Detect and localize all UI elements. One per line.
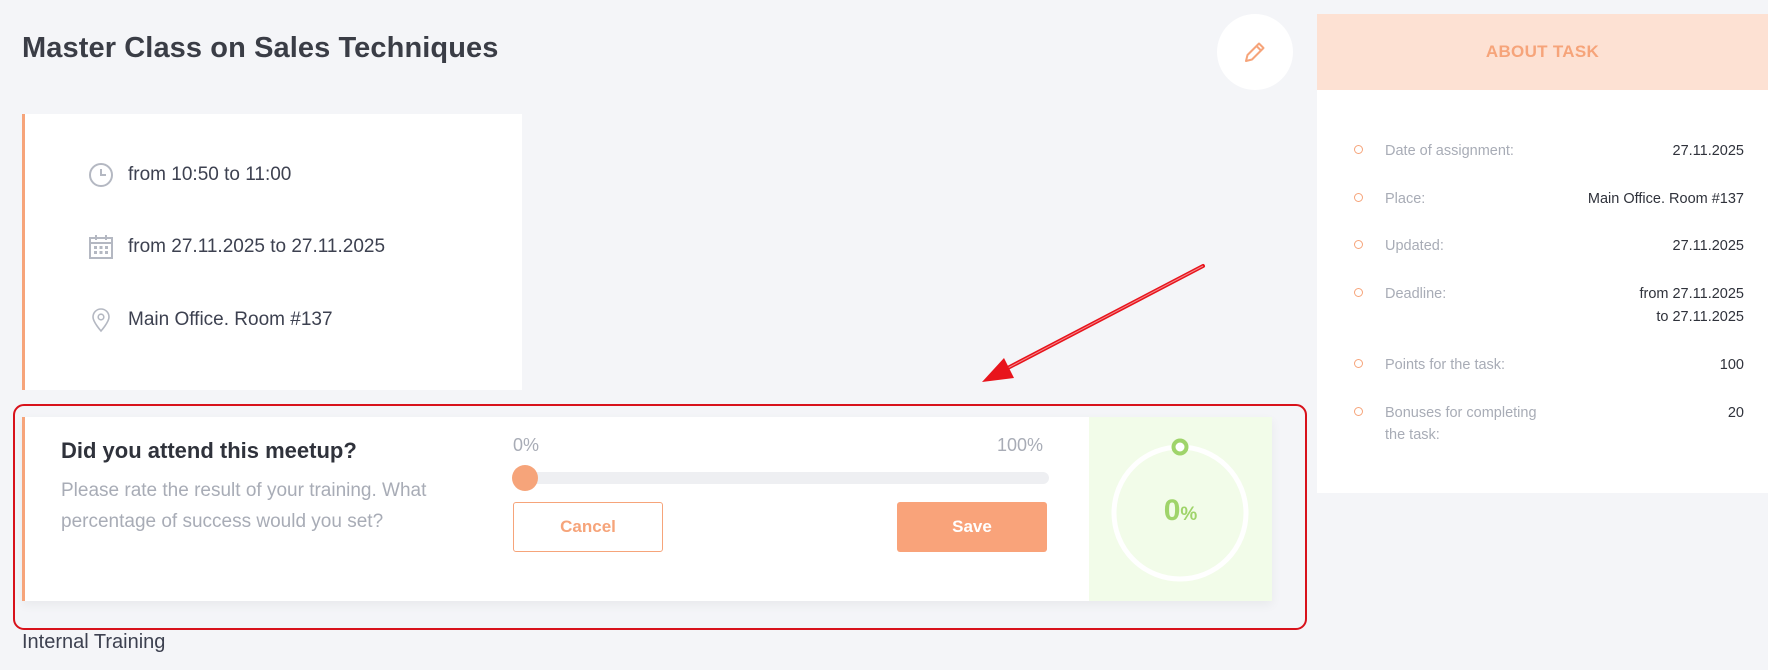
about-value: 27.11.2025 xyxy=(1672,238,1745,254)
attendance-rating-card: Did you attend this meetup? Please rate … xyxy=(22,417,1272,601)
progress-indicator: 0% xyxy=(1089,417,1272,601)
task-category: Internal Training xyxy=(22,631,166,653)
dates-text: from 27.11.2025 to 27.11.2025 xyxy=(128,236,386,257)
save-button[interactable]: Save xyxy=(897,502,1047,552)
about-value: Main Office. Room #137 xyxy=(1587,191,1744,207)
about-value-line2: to 27.11.2025 xyxy=(1656,309,1744,325)
about-label: Place: xyxy=(1385,191,1426,207)
slider-max-label: 100% xyxy=(997,435,1044,455)
progress-value: 0% xyxy=(1089,494,1272,528)
about-value: 20 xyxy=(1727,405,1744,421)
rating-description: Please rate the result of your training.… xyxy=(61,480,427,532)
bullet-icon xyxy=(1354,193,1363,202)
place-row: Main Office. Room #137 xyxy=(87,306,333,334)
slider-min-label: 0% xyxy=(513,435,540,455)
bullet-icon xyxy=(1354,145,1363,154)
about-label: Points for the task: xyxy=(1385,357,1506,373)
calendar-icon xyxy=(87,233,115,261)
bullet-icon xyxy=(1354,288,1363,297)
about-label-line1: Bonuses for completing xyxy=(1385,405,1537,421)
bullet-icon xyxy=(1354,407,1363,416)
bullet-icon xyxy=(1354,359,1363,368)
about-label: Updated: xyxy=(1385,238,1444,254)
time-text: from 10:50 to 11:00 xyxy=(128,164,292,185)
rating-slider-track[interactable] xyxy=(513,472,1049,484)
rating-slider-thumb[interactable] xyxy=(512,465,538,491)
progress-percent-sign: % xyxy=(1180,504,1198,525)
progress-number: 0 xyxy=(1163,494,1181,527)
about-label: Deadline: xyxy=(1385,286,1447,302)
time-row: from 10:50 to 11:00 xyxy=(87,161,291,189)
event-details-card: from 10:50 to 11:00 from 27.11.2025 to 2… xyxy=(22,114,522,390)
about-value: 100 xyxy=(1719,357,1744,373)
about-task-panel: ABOUT TASK Date of assignment: 27.11.202… xyxy=(1317,14,1768,493)
pencil-icon xyxy=(1245,42,1265,62)
page-title: Master Class on Sales Techniques xyxy=(22,32,499,64)
bullet-icon xyxy=(1354,240,1363,249)
dates-row: from 27.11.2025 to 27.11.2025 xyxy=(87,233,385,261)
location-pin-icon xyxy=(87,306,115,334)
clock-icon xyxy=(87,161,115,189)
about-value: 27.11.2025 xyxy=(1672,143,1745,159)
place-text: Main Office. Room #137 xyxy=(128,309,333,330)
edit-button[interactable] xyxy=(1217,14,1293,90)
about-value-line1: from 27.11.2025 xyxy=(1639,286,1744,302)
rating-question: Did you attend this meetup? xyxy=(61,438,357,463)
cancel-button[interactable]: Cancel xyxy=(513,502,663,552)
about-label-line2: the task: xyxy=(1385,427,1440,443)
about-label: Date of assignment: xyxy=(1385,143,1514,159)
about-task-header: ABOUT TASK xyxy=(1317,14,1768,90)
